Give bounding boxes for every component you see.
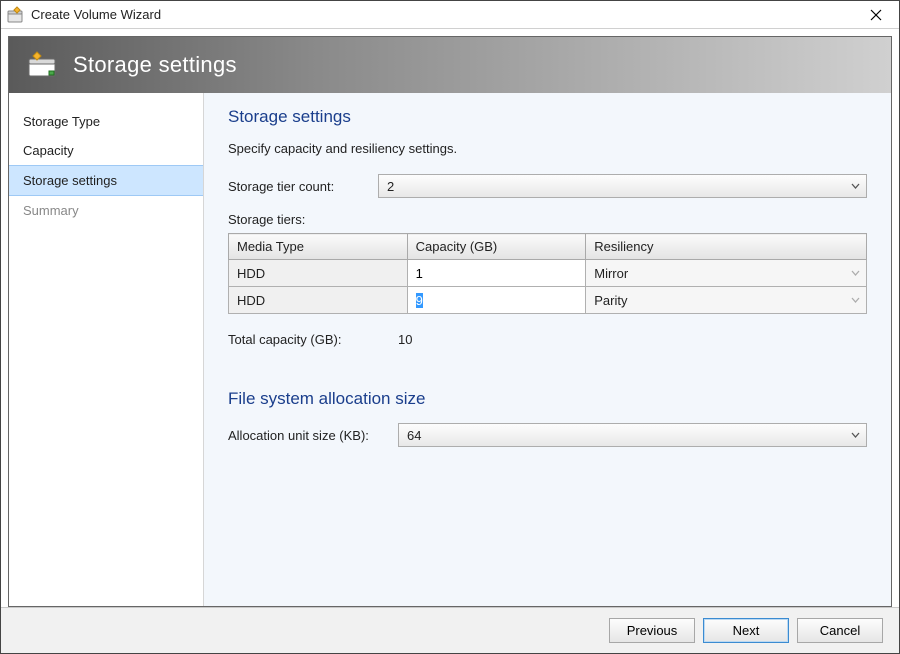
alloc-size-value: 64 xyxy=(407,428,421,443)
cell-capacity xyxy=(407,260,586,287)
section-title-fs-alloc: File system allocation size xyxy=(228,389,867,409)
window-title: Create Volume Wizard xyxy=(31,7,161,22)
section-title-storage-settings: Storage settings xyxy=(228,107,867,127)
storage-tiers-label: Storage tiers: xyxy=(228,212,867,227)
tier-count-value: 2 xyxy=(387,179,394,194)
cell-media-type: HDD xyxy=(229,287,408,314)
cancel-button[interactable]: Cancel xyxy=(797,618,883,643)
total-capacity-value: 10 xyxy=(398,332,412,347)
chevron-down-icon xyxy=(851,183,860,189)
storage-icon xyxy=(27,51,59,79)
table-row: HDD Parity xyxy=(229,287,867,314)
alloc-size-label: Allocation unit size (KB): xyxy=(228,428,398,443)
alloc-size-combo[interactable]: 64 xyxy=(398,423,867,447)
section-description: Specify capacity and resiliency settings… xyxy=(228,141,867,156)
tier-count-combo[interactable]: 2 xyxy=(378,174,867,198)
next-button[interactable]: Next xyxy=(703,618,789,643)
tier-count-row: Storage tier count: 2 xyxy=(228,174,867,198)
wizard-inner: Storage settings Storage Type Capacity S… xyxy=(8,36,892,607)
chevron-down-icon xyxy=(851,270,860,276)
chevron-down-icon xyxy=(851,432,860,438)
wizard-footer: Previous Next Cancel xyxy=(1,607,899,653)
alloc-size-row: Allocation unit size (KB): 64 xyxy=(228,423,867,447)
storage-tiers-table: Media Type Capacity (GB) Resiliency HDD xyxy=(228,233,867,314)
wizard-app-icon xyxy=(7,6,25,24)
sidebar-item-storage-settings[interactable]: Storage settings xyxy=(9,165,203,196)
total-capacity-row: Total capacity (GB): 10 xyxy=(228,332,867,347)
wizard-main: Storage settings Specify capacity and re… xyxy=(204,93,891,606)
tier-count-label: Storage tier count: xyxy=(228,179,378,194)
col-header-media-type[interactable]: Media Type xyxy=(229,234,408,260)
chevron-down-icon xyxy=(851,297,860,303)
capacity-input[interactable] xyxy=(408,261,586,286)
col-header-resiliency[interactable]: Resiliency xyxy=(586,234,867,260)
cell-media-type: HDD xyxy=(229,260,408,287)
resiliency-value: Parity xyxy=(594,293,627,308)
file-system-section: File system allocation size Allocation u… xyxy=(228,389,867,447)
sidebar-item-summary: Summary xyxy=(9,196,203,225)
wizard-sidebar: Storage Type Capacity Storage settings S… xyxy=(9,93,204,606)
previous-button[interactable]: Previous xyxy=(609,618,695,643)
cell-resiliency-combo[interactable]: Mirror xyxy=(586,260,867,287)
sidebar-item-storage-type[interactable]: Storage Type xyxy=(9,107,203,136)
table-row: HDD Mirror xyxy=(229,260,867,287)
wizard-window: Create Volume Wizard Storage settings St… xyxy=(0,0,900,654)
close-button[interactable] xyxy=(853,1,899,29)
sidebar-item-capacity[interactable]: Capacity xyxy=(9,136,203,165)
resiliency-value: Mirror xyxy=(594,266,628,281)
cell-resiliency-combo[interactable]: Parity xyxy=(586,287,867,314)
total-capacity-label: Total capacity (GB): xyxy=(228,332,398,347)
wizard-body: Storage Type Capacity Storage settings S… xyxy=(9,93,891,606)
wizard-header: Storage settings xyxy=(9,37,891,93)
titlebar: Create Volume Wizard xyxy=(1,1,899,29)
col-header-capacity[interactable]: Capacity (GB) xyxy=(407,234,586,260)
cell-capacity xyxy=(407,287,586,314)
capacity-input[interactable] xyxy=(408,288,586,313)
header-title: Storage settings xyxy=(73,52,237,78)
